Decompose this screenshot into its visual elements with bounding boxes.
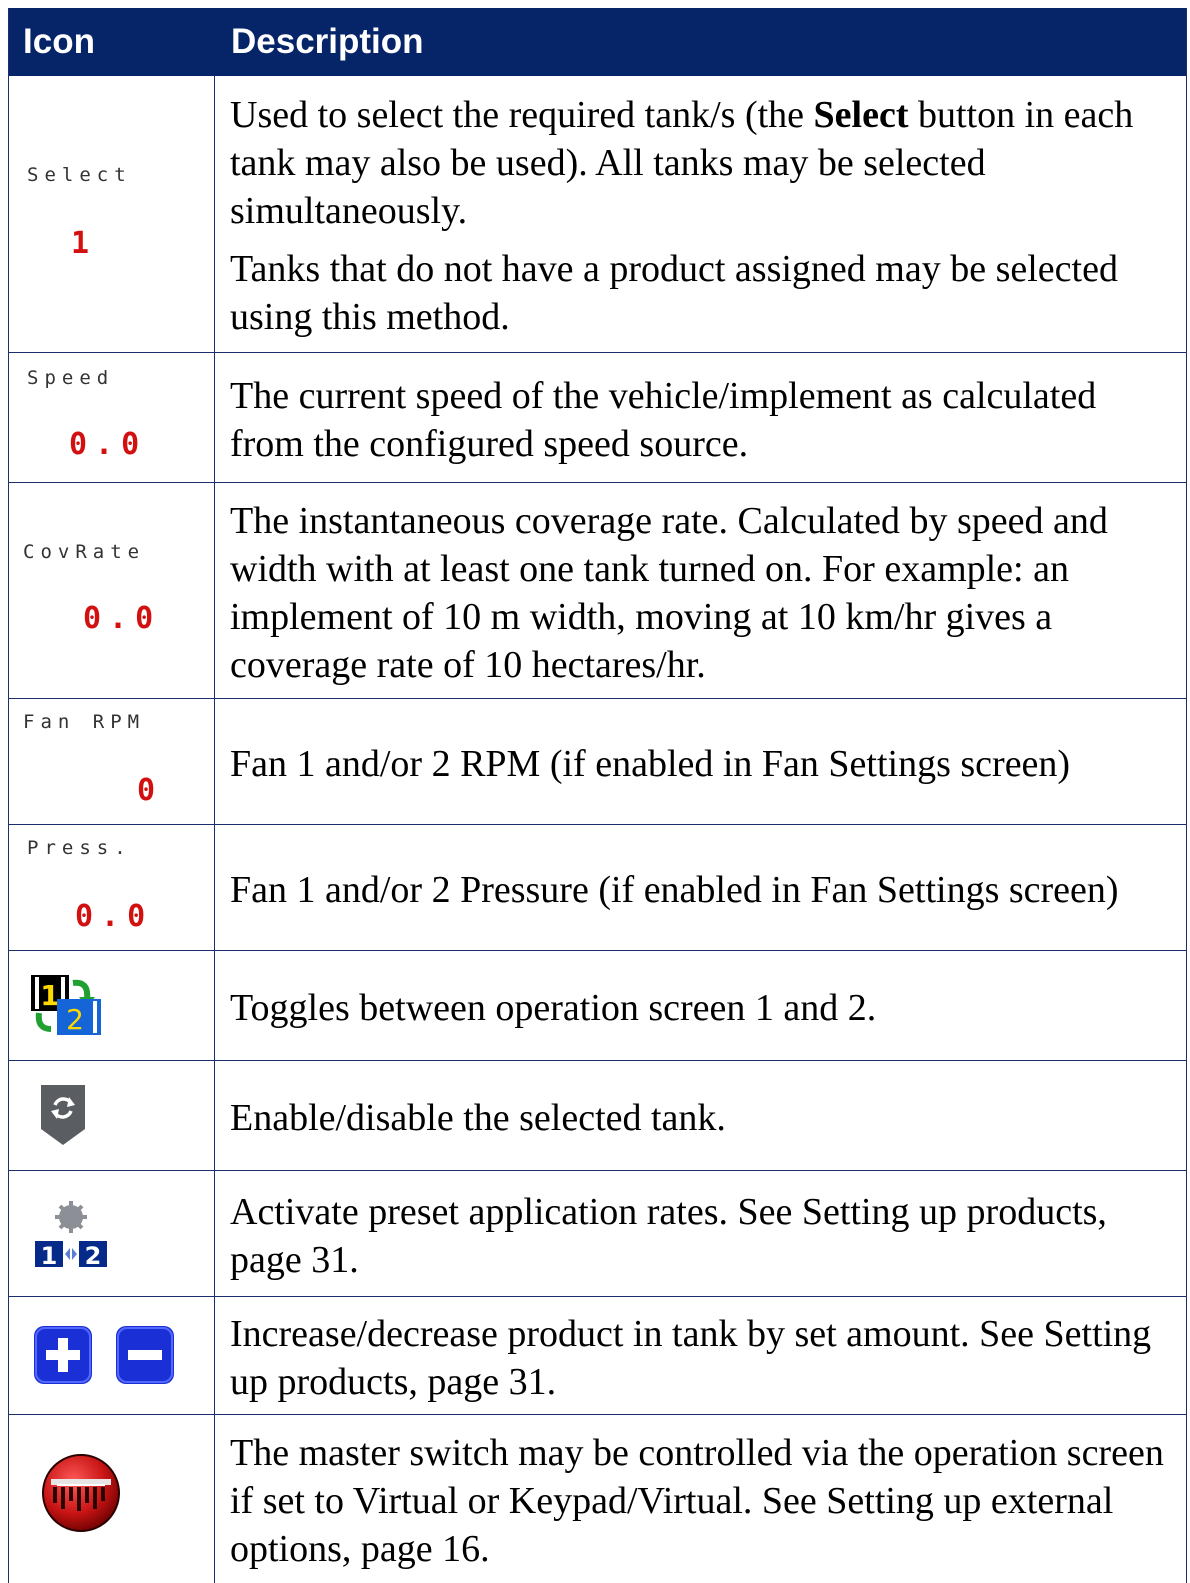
description: Activate preset application rates. See S… [230, 1190, 1107, 1281]
screen-1-glyph: 1 [40, 979, 59, 1012]
widget-value: 1 [71, 226, 98, 261]
description: Increase/decrease product in tank by set… [230, 1312, 1152, 1403]
description: Fan 1 and/or 2 Pressure (if enabled in F… [230, 868, 1119, 911]
icon-cell [9, 1061, 215, 1170]
plus-icon[interactable] [33, 1325, 93, 1385]
widget-label: Fan RPM [23, 711, 146, 733]
table-row-plus-minus: Increase/decrease product in tank by set… [9, 1297, 1186, 1415]
desc-text: Used to select the required tank/s (the [230, 94, 814, 136]
pressure-widget: Press. 0.0 [9, 825, 215, 950]
widget-label: Select [27, 164, 132, 186]
fan-rpm-widget: Fan RPM 0 [9, 699, 215, 824]
description: Toggles between operation screen 1 and 2… [230, 986, 877, 1029]
description: The instantaneous coverage rate. Calcula… [230, 499, 1108, 686]
widget-label: CovRate [23, 541, 146, 563]
enable-tank-icon[interactable] [39, 1083, 87, 1147]
speed-widget: Speed 0.0 [9, 353, 215, 482]
select-widget: Select 1 [9, 76, 215, 352]
preset-rates-icon[interactable]: 1 2 [33, 1199, 109, 1269]
toggle-screen-icon[interactable]: 1 2 [29, 973, 109, 1037]
table-row-preset-rates: 1 2 Activate preset application rates. S… [9, 1171, 1186, 1297]
table-header: Icon Description [9, 8, 1186, 76]
desc-bold-text: Select [813, 94, 909, 136]
header-icon-column: Icon [23, 22, 95, 61]
screen-2-glyph: 2 [66, 1003, 84, 1036]
table-row-select: Select 1 Used to select the required tan… [9, 76, 1186, 353]
icon-cell: 1 2 [9, 1171, 215, 1296]
table-row-enable-tank: Enable/disable the selected tank. [9, 1061, 1186, 1171]
widget-value: 0.0 [75, 899, 154, 934]
table-row-toggle-screen: 1 2 Toggles between operation screen 1 a… [9, 951, 1186, 1061]
preset-2-glyph: 2 [85, 1242, 102, 1269]
icon-cell [9, 1297, 215, 1414]
table-row-fan-rpm: Fan RPM 0 Fan 1 and/or 2 RPM (if enabled… [9, 699, 1186, 825]
description: Enable/disable the selected tank. [230, 1096, 726, 1139]
icon-cell [9, 1415, 215, 1583]
description: Fan 1 and/or 2 RPM (if enabled in Fan Se… [230, 742, 1071, 785]
preset-1-glyph: 1 [41, 1242, 58, 1269]
icon-description-table: Icon Description Select 1 Used to select… [8, 8, 1187, 1583]
widget-value: 0 [137, 773, 164, 808]
minus-icon[interactable] [115, 1325, 175, 1385]
master-switch-icon[interactable] [41, 1453, 121, 1533]
table-row-covrate: CovRate 0.0 The instantaneous coverage r… [9, 483, 1186, 699]
table-row-pressure: Press. 0.0 Fan 1 and/or 2 Pressure (if e… [9, 825, 1186, 951]
coverage-rate-widget: CovRate 0.0 [9, 483, 215, 698]
description: The current speed of the vehicle/impleme… [230, 374, 1097, 465]
widget-label: Press. [27, 837, 132, 859]
table-row-master-switch: The master switch may be controlled via … [9, 1415, 1186, 1583]
widget-value: 0.0 [69, 427, 148, 462]
widget-value: 0.0 [83, 601, 162, 636]
description: The master switch may be controlled via … [230, 1432, 1164, 1570]
description-paragraph: Tanks that do not have a product assigne… [230, 248, 1118, 338]
table-row-speed: Speed 0.0 The current speed of the vehic… [9, 353, 1186, 483]
description-paragraph: Used to select the required tank/s (the … [230, 91, 1174, 235]
description: Used to select the required tank/s (the … [215, 76, 1186, 352]
widget-label: Speed [27, 367, 115, 389]
header-description-column: Description [231, 22, 424, 61]
icon-cell: 1 2 [9, 951, 215, 1060]
